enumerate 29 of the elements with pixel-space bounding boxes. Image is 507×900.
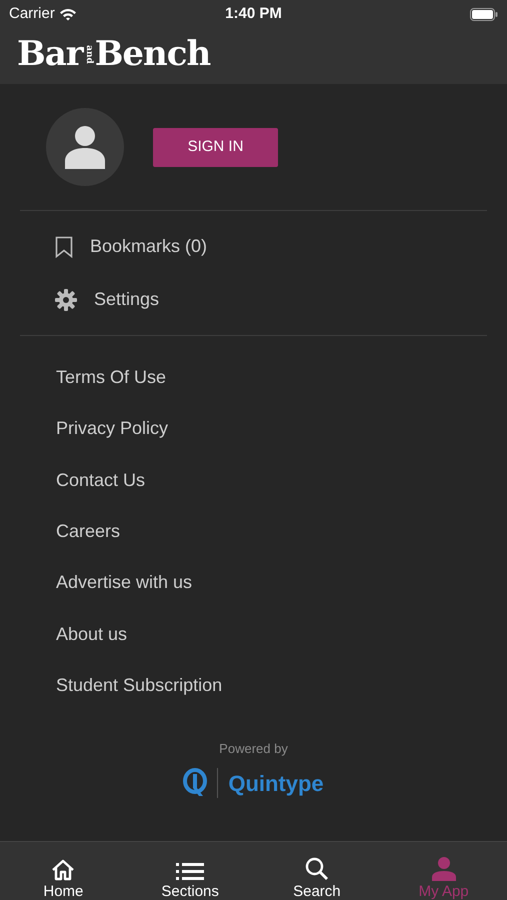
menu-item[interactable]: Settings [94, 286, 160, 313]
powered-by-text: Powered by [219, 740, 288, 758]
brand-text: Quintype [228, 770, 324, 798]
menu-link[interactable]: Student Subscription [56, 672, 222, 699]
menu-link[interactable]: Contact Us [56, 466, 146, 494]
search-icon [304, 857, 329, 881]
logo-text: Bar [17, 37, 83, 71]
bookmark-icon [55, 236, 73, 258]
menu-link[interactable]: Advertise with us [56, 569, 192, 596]
settings-icon [55, 288, 77, 310]
tab[interactable]: Search [254, 842, 380, 900]
clock-text: 1:40 PM [225, 4, 282, 24]
menu-link[interactable]: About us [56, 620, 128, 648]
logo-text: Bench [94, 37, 210, 71]
tab[interactable]: Sections [126, 842, 254, 900]
quintype-logo-icon [183, 768, 208, 798]
menu-link[interactable]: Careers [56, 518, 120, 546]
menu-icon [176, 863, 204, 881]
person-icon [432, 857, 456, 881]
sign-in-button[interactable]: SIGN IN [153, 128, 278, 166]
menu-link[interactable]: Terms Of Use [56, 364, 166, 392]
logo-small-text: and [84, 44, 94, 64]
carrier-text: Carrier [9, 4, 55, 24]
wifi-icon [58, 8, 77, 20]
menu-item[interactable]: Bookmarks (0) [90, 233, 208, 260]
menu-link[interactable]: Privacy Policy [56, 415, 168, 442]
tab[interactable]: Home [0, 842, 127, 900]
home-icon [51, 859, 76, 881]
battery-icon [470, 8, 498, 20]
